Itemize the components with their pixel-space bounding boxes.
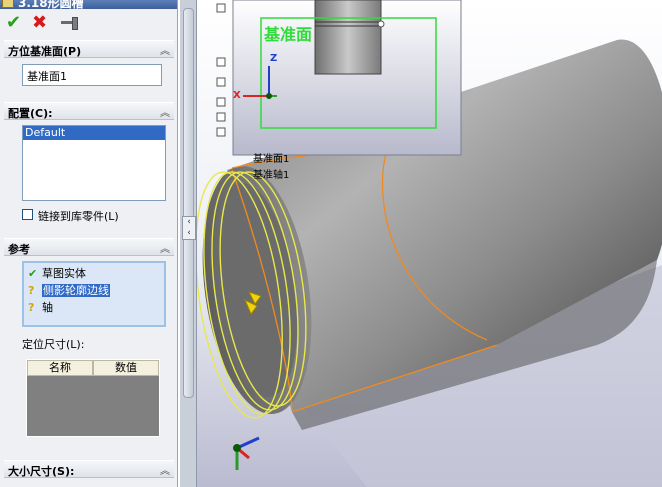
plane-group-label: 方位基准面(P)	[8, 45, 82, 58]
size-group: 大小尺寸(S): ︽	[4, 460, 174, 487]
panel-title: 3.18形圆槽	[18, 0, 84, 9]
plane-label: 基准面	[264, 25, 313, 44]
cancel-x-icon[interactable]: ✖	[32, 12, 47, 34]
size-group-header[interactable]: 大小尺寸(S): ︽	[4, 460, 174, 478]
pushpin-icon[interactable]	[58, 12, 80, 32]
column-header-value[interactable]: 数值	[93, 360, 159, 376]
check-icon: ✔	[28, 267, 38, 280]
config-list[interactable]: Default	[22, 125, 166, 201]
link-library-checkbox[interactable]	[22, 209, 33, 220]
panel-title-bar: 3.18形圆槽	[0, 0, 177, 9]
reference-item[interactable]: ? 侧影轮廓边线	[28, 282, 110, 298]
reference-group: 参考 ︽ ✔ 草图实体 ? 侧影轮廓边线 ? 轴 定位尺寸(L): 名称 数值	[4, 238, 174, 454]
panel-toolbar: ✔ ✖	[4, 12, 174, 34]
link-library-label: 链接到库零件(L)	[38, 210, 119, 223]
model-view[interactable]	[197, 0, 662, 487]
ok-check-icon[interactable]: ✔	[6, 12, 21, 34]
tree-item-plane[interactable]: 基准面1	[253, 150, 289, 165]
tree-item-axis[interactable]: 基准轴1	[253, 166, 289, 181]
reference-list[interactable]: ✔ 草图实体 ? 侧影轮廓边线 ? 轴	[22, 261, 166, 327]
column-header-name[interactable]: 名称	[27, 360, 93, 376]
plane-group: 方位基准面(P) ︽ 基准面1	[4, 40, 174, 96]
feature-icon	[2, 0, 14, 8]
config-group-label: 配置(C):	[8, 107, 53, 120]
config-group-header[interactable]: 配置(C): ︽	[4, 102, 174, 120]
reference-group-header[interactable]: 参考 ︽	[4, 238, 174, 256]
axis-z-label: Z	[270, 53, 278, 64]
collapse-icon[interactable]: ︽	[160, 462, 170, 477]
reference-item[interactable]: ? 轴	[28, 299, 53, 315]
locate-dimension-label: 定位尺寸(L):	[22, 338, 85, 351]
panel-splitter[interactable]: ‹ ‹	[179, 0, 197, 487]
property-manager: 3.18形圆槽 ✔ ✖ 方位基准面(P) ︽ 基准面1 配置(C): ︽ Def…	[0, 0, 178, 487]
question-icon: ?	[28, 284, 35, 297]
collapse-icon[interactable]: ︽	[160, 240, 170, 255]
config-group: 配置(C): ︽ Default 链接到库零件(L)	[4, 102, 174, 232]
reference-group-label: 参考	[8, 243, 30, 256]
axis-x-label: X	[233, 90, 241, 101]
collapse-icon[interactable]: ︽	[160, 42, 170, 57]
scrollbar-thumb[interactable]	[183, 8, 194, 398]
dimension-table[interactable]: 名称 数值	[26, 359, 160, 437]
question-icon: ?	[28, 301, 35, 314]
plane-input[interactable]: 基准面1	[22, 64, 162, 86]
graphics-area[interactable]: 基准面 Z X 基准面1 基准轴1	[197, 0, 662, 487]
collapse-icon[interactable]: ︽	[160, 104, 170, 119]
splitter-grip[interactable]: ‹ ‹	[182, 216, 196, 240]
config-list-item[interactable]: Default	[23, 126, 165, 140]
size-group-label: 大小尺寸(S):	[8, 465, 75, 478]
reference-item[interactable]: ✔ 草图实体	[28, 265, 86, 281]
plane-group-header[interactable]: 方位基准面(P) ︽	[4, 40, 174, 58]
